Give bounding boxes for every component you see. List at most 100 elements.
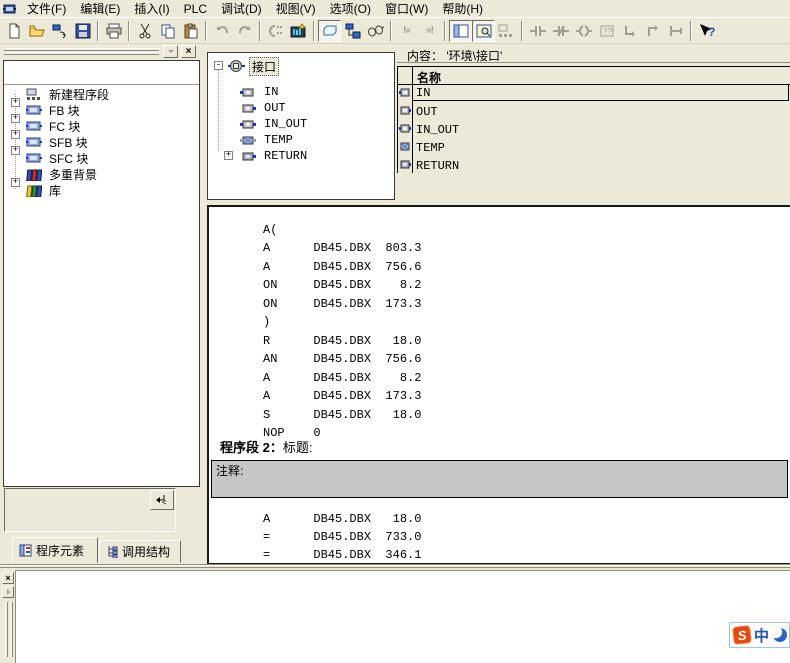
expand-fc[interactable]: + <box>11 114 20 123</box>
output-expand-button[interactable] <box>2 586 14 598</box>
tree-item-label: 库 <box>47 182 63 199</box>
menu-item-window[interactable]: 窗口(W) <box>378 0 435 18</box>
monitor-glasses-button[interactable] <box>364 20 387 42</box>
coil-button[interactable] <box>572 20 595 42</box>
menu-item-options[interactable]: 选项(O) <box>323 0 378 18</box>
panel-close-button[interactable]: × <box>181 45 196 58</box>
svg-text:<: < <box>162 498 167 506</box>
interface-item-in-out[interactable]: IN_OUT <box>240 116 309 132</box>
output-close-button[interactable]: × <box>2 572 14 584</box>
interface-root[interactable]: 接口 <box>228 58 279 74</box>
paste-button[interactable] <box>179 20 202 42</box>
cut-button[interactable] <box>133 20 156 42</box>
panel-gripper[interactable] <box>4 48 159 51</box>
output-gripper[interactable] <box>5 602 8 657</box>
network-2-title[interactable]: 程序段 2：标题: <box>220 437 312 456</box>
table-row-in-selected[interactable]: IN <box>412 84 789 101</box>
stl-line: A DB45.DBX 756.6 <box>263 258 421 277</box>
menu-item-plc[interactable]: PLC <box>177 1 214 17</box>
interface-root-label: 接口 <box>249 57 279 76</box>
interface-item-out[interactable]: OUT <box>240 100 288 116</box>
save-button[interactable] <box>71 20 94 42</box>
table-row-out[interactable]: OUT <box>413 103 789 120</box>
tree-item-library[interactable]: 库 <box>26 182 63 198</box>
symbol-info-button[interactable] <box>341 20 364 42</box>
network-2-comment-box[interactable]: 注释: <box>211 460 788 498</box>
stl-code-editor[interactable]: A( A DB45.DBX 803.3 A DB45.DBX 756.6 ON … <box>207 205 790 565</box>
expand-return[interactable]: + <box>224 151 233 160</box>
tree-item-fb[interactable]: FB 块 <box>26 102 82 118</box>
tree-item-new-network[interactable]: 新建程序段 <box>26 86 111 102</box>
table-row-temp[interactable]: TEMP <box>413 139 789 156</box>
tree-item-multi-instance[interactable]: 多重背景 <box>26 166 99 182</box>
contact-no-button[interactable] <box>526 20 549 42</box>
ime-toolbar[interactable]: S 中 <box>729 622 790 648</box>
ime-language-toggle[interactable]: 中 <box>754 625 769 646</box>
panel-gripper-2[interactable] <box>4 52 159 55</box>
new-network-button[interactable] <box>495 20 518 42</box>
bottom-divider-dark2 <box>0 567 790 568</box>
help-glyph: ? <box>708 25 715 39</box>
download-monitor-button[interactable] <box>287 20 310 42</box>
interface-item-label: RETURN <box>262 149 309 163</box>
monitor-glasses-icon <box>367 24 385 38</box>
insert-block-button[interactable] <box>48 20 71 42</box>
open-button[interactable] <box>25 20 48 42</box>
collapse-interface[interactable]: - <box>214 61 223 70</box>
coil-icon <box>576 24 592 38</box>
menu-item-file[interactable]: 文件(F) <box>20 0 73 18</box>
copy-button[interactable] <box>156 20 179 42</box>
comment-toggle-button[interactable] <box>318 20 341 42</box>
expand-library[interactable]: + <box>11 178 20 187</box>
overview-toggle-button[interactable] <box>449 20 472 42</box>
tree-item-label: FC 块 <box>47 118 82 135</box>
tree-item-sfb[interactable]: SFB 块 <box>26 134 90 150</box>
return-arrow-icon: < <box>155 494 169 506</box>
expand-sfb[interactable]: + <box>11 130 20 139</box>
help-button[interactable]: ? <box>695 20 718 42</box>
paste-icon <box>183 23 199 39</box>
tree-item-fc[interactable]: FC 块 <box>26 118 82 134</box>
menu-item-edit[interactable]: 编辑(E) <box>73 0 127 18</box>
branch-close-button[interactable] <box>664 20 687 42</box>
tree-item-label: 新建程序段 <box>47 86 111 103</box>
menu-item-debug[interactable]: 调试(D) <box>214 0 269 18</box>
panel-menu-button[interactable] <box>163 45 178 58</box>
menu-item-help[interactable]: 帮助(H) <box>435 0 490 18</box>
output-pane[interactable] <box>15 570 790 663</box>
sogou-logo-icon[interactable]: S <box>732 625 752 645</box>
stl-line: A DB45.DBX 803.3 <box>263 239 421 258</box>
undo-button[interactable] <box>210 20 233 42</box>
stl-line: AN DB45.DBX 756.6 <box>263 350 421 369</box>
address-info-button[interactable] <box>264 20 287 42</box>
tree-item-sfc[interactable]: SFC 块 <box>26 150 90 166</box>
comment-toggle-icon <box>322 25 338 37</box>
branch-up-button[interactable] <box>641 20 664 42</box>
tab-program-elements[interactable]: 程序元素 <box>12 537 98 563</box>
detail-view-toggle-button[interactable] <box>472 20 495 42</box>
branch-down-button[interactable] <box>618 20 641 42</box>
moon-icon[interactable] <box>772 627 788 643</box>
expand-fb[interactable]: + <box>11 98 20 107</box>
table-row-return[interactable]: RETURN <box>413 157 789 174</box>
interface-item-return[interactable]: RETURN <box>240 148 309 164</box>
print-button[interactable] <box>102 20 125 42</box>
output-gripper-2[interactable] <box>10 602 13 657</box>
tree-item-label: SFB 块 <box>47 134 90 151</box>
hide-description-button[interactable]: < <box>150 490 174 510</box>
redo-button[interactable] <box>233 20 256 42</box>
branch-down-icon <box>622 24 638 38</box>
prev-error-button[interactable]: !« <box>395 20 418 42</box>
new-button[interactable] <box>2 20 25 42</box>
next-error-button[interactable]: »! <box>418 20 441 42</box>
contact-nc-button[interactable] <box>549 20 572 42</box>
window-icon[interactable] <box>3 3 16 15</box>
empty-box-button[interactable]: ?? <box>595 20 618 42</box>
expand-sfc[interactable]: + <box>11 146 20 155</box>
menu-item-insert[interactable]: 插入(I) <box>127 0 176 18</box>
interface-item-in[interactable]: IN <box>240 84 280 100</box>
tab-call-structure[interactable]: 调用结构 <box>99 540 181 563</box>
menu-item-view[interactable]: 视图(V) <box>269 0 323 18</box>
table-row-in-out[interactable]: IN_OUT <box>413 121 789 138</box>
interface-item-temp[interactable]: TEMP <box>240 132 295 148</box>
